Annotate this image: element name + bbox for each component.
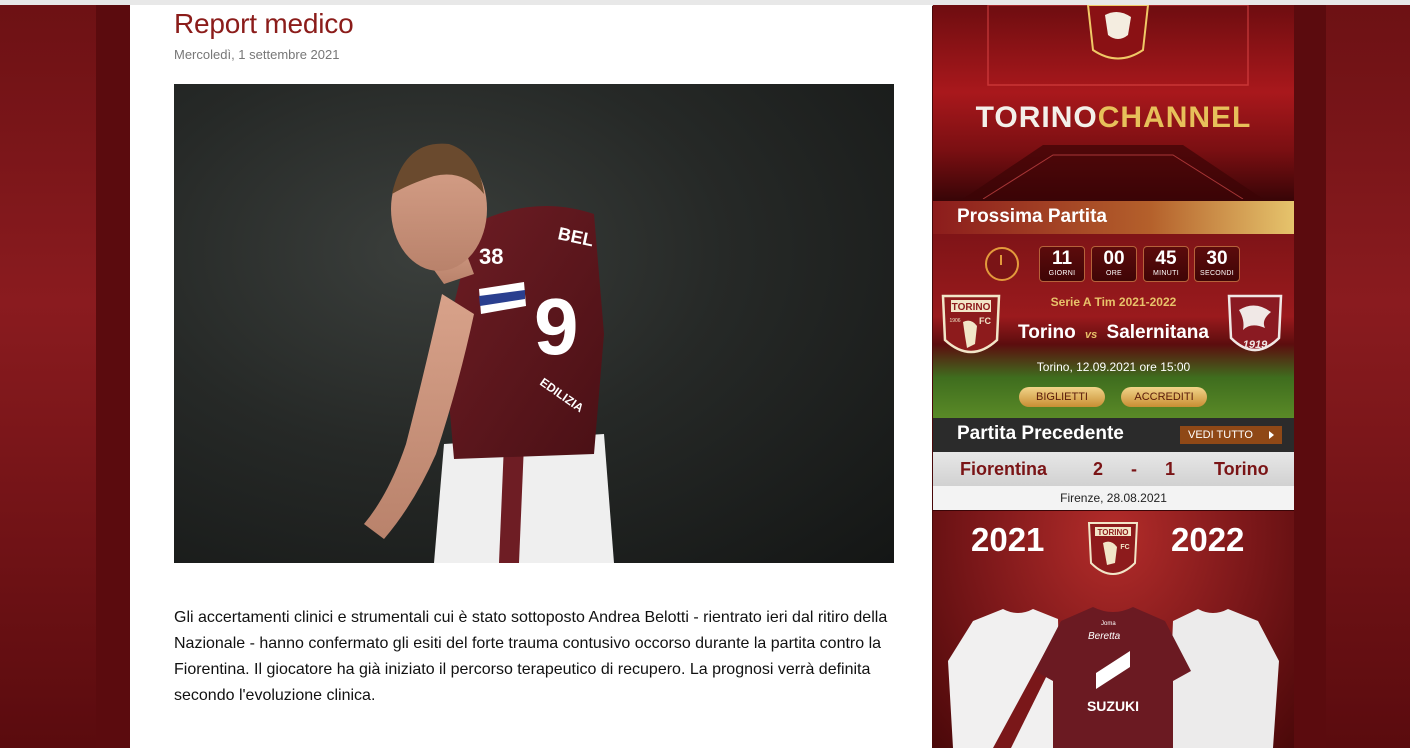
svg-text:TORINO: TORINO bbox=[1098, 528, 1129, 537]
see-all-label: VEDI TUTTO bbox=[1188, 429, 1253, 441]
article-photo[interactable]: 9 BEL 38 EDILIZIA bbox=[174, 84, 894, 563]
previous-match-header: Partita Precedente VEDI TUTTO bbox=[933, 418, 1294, 452]
torino-channel-banner[interactable]: TORINOCHANNEL bbox=[933, 5, 1294, 199]
kit-illustration: TORINO FC SUZUKI Beretta Joma bbox=[948, 522, 1279, 748]
prev-away-score: 1 bbox=[1165, 459, 1176, 479]
prev-away-team: Torino bbox=[1214, 459, 1269, 479]
countdown-days: 11 GIORNI bbox=[1039, 246, 1085, 282]
svg-text:Joma: Joma bbox=[1101, 621, 1116, 627]
competition-label: Serie A Tim 2021-2022 bbox=[1050, 295, 1177, 309]
brand-part-channel: CHANNEL bbox=[1097, 101, 1252, 134]
previous-match-score[interactable]: Fiorentina 2 - 1 Torino bbox=[933, 452, 1294, 486]
jersey-sponsor: 38 bbox=[479, 244, 503, 269]
next-match-panel: 11 GIORNI 00 ORE 45 MINUTI 30 SECONDI TORINO… bbox=[933, 234, 1294, 418]
prev-home-team: Fiorentina bbox=[960, 459, 1048, 479]
brand-part-torino: TORINO bbox=[975, 101, 1098, 134]
see-all-button[interactable]: VEDI TUTTO bbox=[1180, 426, 1282, 444]
torino-channel-logo: TORINOCHANNEL bbox=[933, 101, 1294, 135]
countdown-minutes: 45 MINUTI bbox=[1143, 246, 1189, 282]
jersey-number: 9 bbox=[534, 282, 579, 371]
svg-text:Beretta: Beretta bbox=[1088, 631, 1121, 642]
clock-icon bbox=[985, 247, 1019, 281]
arrow-right-icon bbox=[1269, 431, 1274, 439]
vs-label: vs bbox=[1085, 329, 1098, 341]
prev-score-separator: - bbox=[1131, 459, 1137, 479]
next-match-heading: Prossima Partita bbox=[957, 206, 1107, 227]
countdown-hours: 00 ORE bbox=[1091, 246, 1137, 282]
tickets-button[interactable]: BIGLIETTI bbox=[1019, 387, 1105, 407]
home-team: Torino bbox=[1018, 322, 1076, 343]
player-illustration: 9 BEL 38 EDILIZIA bbox=[364, 143, 614, 563]
background-left-panel bbox=[0, 5, 96, 748]
next-match-teams: Torino vs Salernitana bbox=[933, 322, 1294, 344]
article-body: Gli accertamenti clinici e strumentali c… bbox=[174, 609, 888, 704]
background-right-panel bbox=[1326, 5, 1410, 748]
previous-match-place-date: Firenze, 28.08.2021 bbox=[933, 486, 1294, 510]
accreditation-button[interactable]: ACCREDITI bbox=[1121, 387, 1207, 407]
prev-home-score: 2 bbox=[1093, 459, 1104, 479]
article-title: Report medico bbox=[174, 8, 354, 39]
next-match-header: Prossima Partita bbox=[933, 201, 1294, 234]
background-right-shadow bbox=[1294, 5, 1326, 748]
background-left-shadow bbox=[96, 5, 130, 748]
kit-promo-banner[interactable]: 2021 2022 TORINO FC SUZUKI Beretta Joma bbox=[933, 511, 1294, 748]
article-date: Mercoledì, 1 settembre 2021 bbox=[174, 47, 340, 62]
svg-text:FC: FC bbox=[1120, 544, 1129, 551]
countdown-seconds: 30 SECONDI bbox=[1194, 246, 1240, 282]
article-container: Report medico Mercoledì, 1 settembre 202… bbox=[130, 5, 932, 748]
sidebar: TORINOCHANNEL Prossima Partita 11 GIORNI … bbox=[933, 5, 1294, 748]
away-team: Salernitana bbox=[1106, 322, 1209, 343]
previous-match-heading: Partita Precedente bbox=[957, 423, 1124, 444]
next-match-datetime: Torino, 12.09.2021 ore 15:00 bbox=[1036, 360, 1191, 374]
svg-text:SUZUKI: SUZUKI bbox=[1087, 698, 1139, 714]
